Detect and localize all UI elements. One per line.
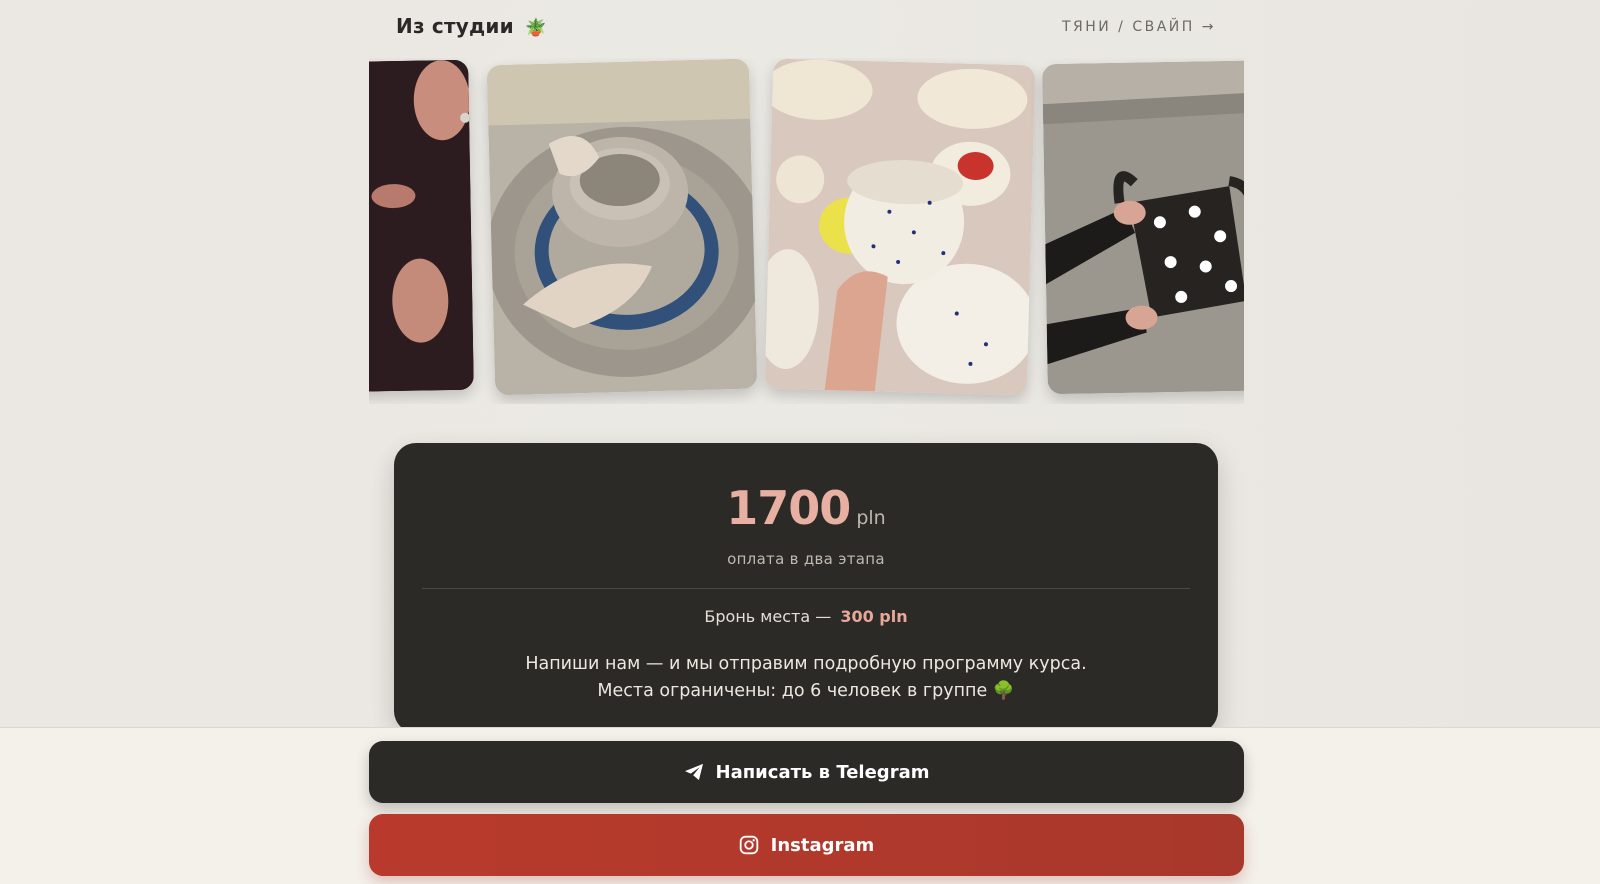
description-line: Напиши нам — и мы отправим подробную про…: [525, 654, 1087, 674]
telegram-button[interactable]: Написать в Telegram: [369, 741, 1244, 803]
price-currency: pln: [856, 507, 886, 529]
deposit-value: 300 pln: [840, 607, 908, 626]
gallery-header: Из студии 🪴 ТЯНИ / СВАЙП →: [396, 14, 1216, 44]
photo-dark-sweater: [369, 59, 474, 395]
photo-polka-dot-vase: [1042, 59, 1244, 395]
description-line: Места ограничены: до 6 человек в группе …: [597, 681, 1015, 701]
deposit-line: Бронь места — 300 pln: [394, 607, 1218, 626]
instagram-button-label: Instagram: [770, 834, 875, 856]
divider: [422, 588, 1190, 589]
photo-pottery-wheel: [486, 58, 758, 396]
gallery-card[interactable]: [369, 59, 474, 395]
gallery-card[interactable]: [486, 58, 758, 396]
plant-emoji-icon: 🪴: [524, 18, 547, 38]
swipe-hint[interactable]: ТЯНИ / СВАЙП →: [1062, 19, 1216, 35]
photo-speckled-ceramics: [764, 58, 1036, 396]
price-line: 1700 pln: [394, 481, 1218, 535]
gallery-card[interactable]: [1042, 59, 1244, 395]
price-amount: 1700: [726, 481, 851, 535]
telegram-button-label: Написать в Telegram: [715, 761, 930, 783]
price-card: 1700 pln оплата в два этапа Бронь места —…: [394, 443, 1218, 733]
payment-note: оплата в два этапа: [727, 550, 885, 568]
deposit-label: Бронь места —: [704, 607, 832, 626]
telegram-icon: [684, 763, 704, 781]
course-description: Напиши нам — и мы отправим подробную про…: [394, 651, 1218, 705]
instagram-icon: [739, 835, 759, 855]
section-title: Из студии 🪴: [396, 14, 546, 38]
photo-carousel[interactable]: [369, 58, 1244, 404]
section-title-text: Из студии: [396, 14, 514, 38]
instagram-button[interactable]: Instagram: [369, 814, 1244, 876]
gallery-card[interactable]: [764, 58, 1036, 396]
